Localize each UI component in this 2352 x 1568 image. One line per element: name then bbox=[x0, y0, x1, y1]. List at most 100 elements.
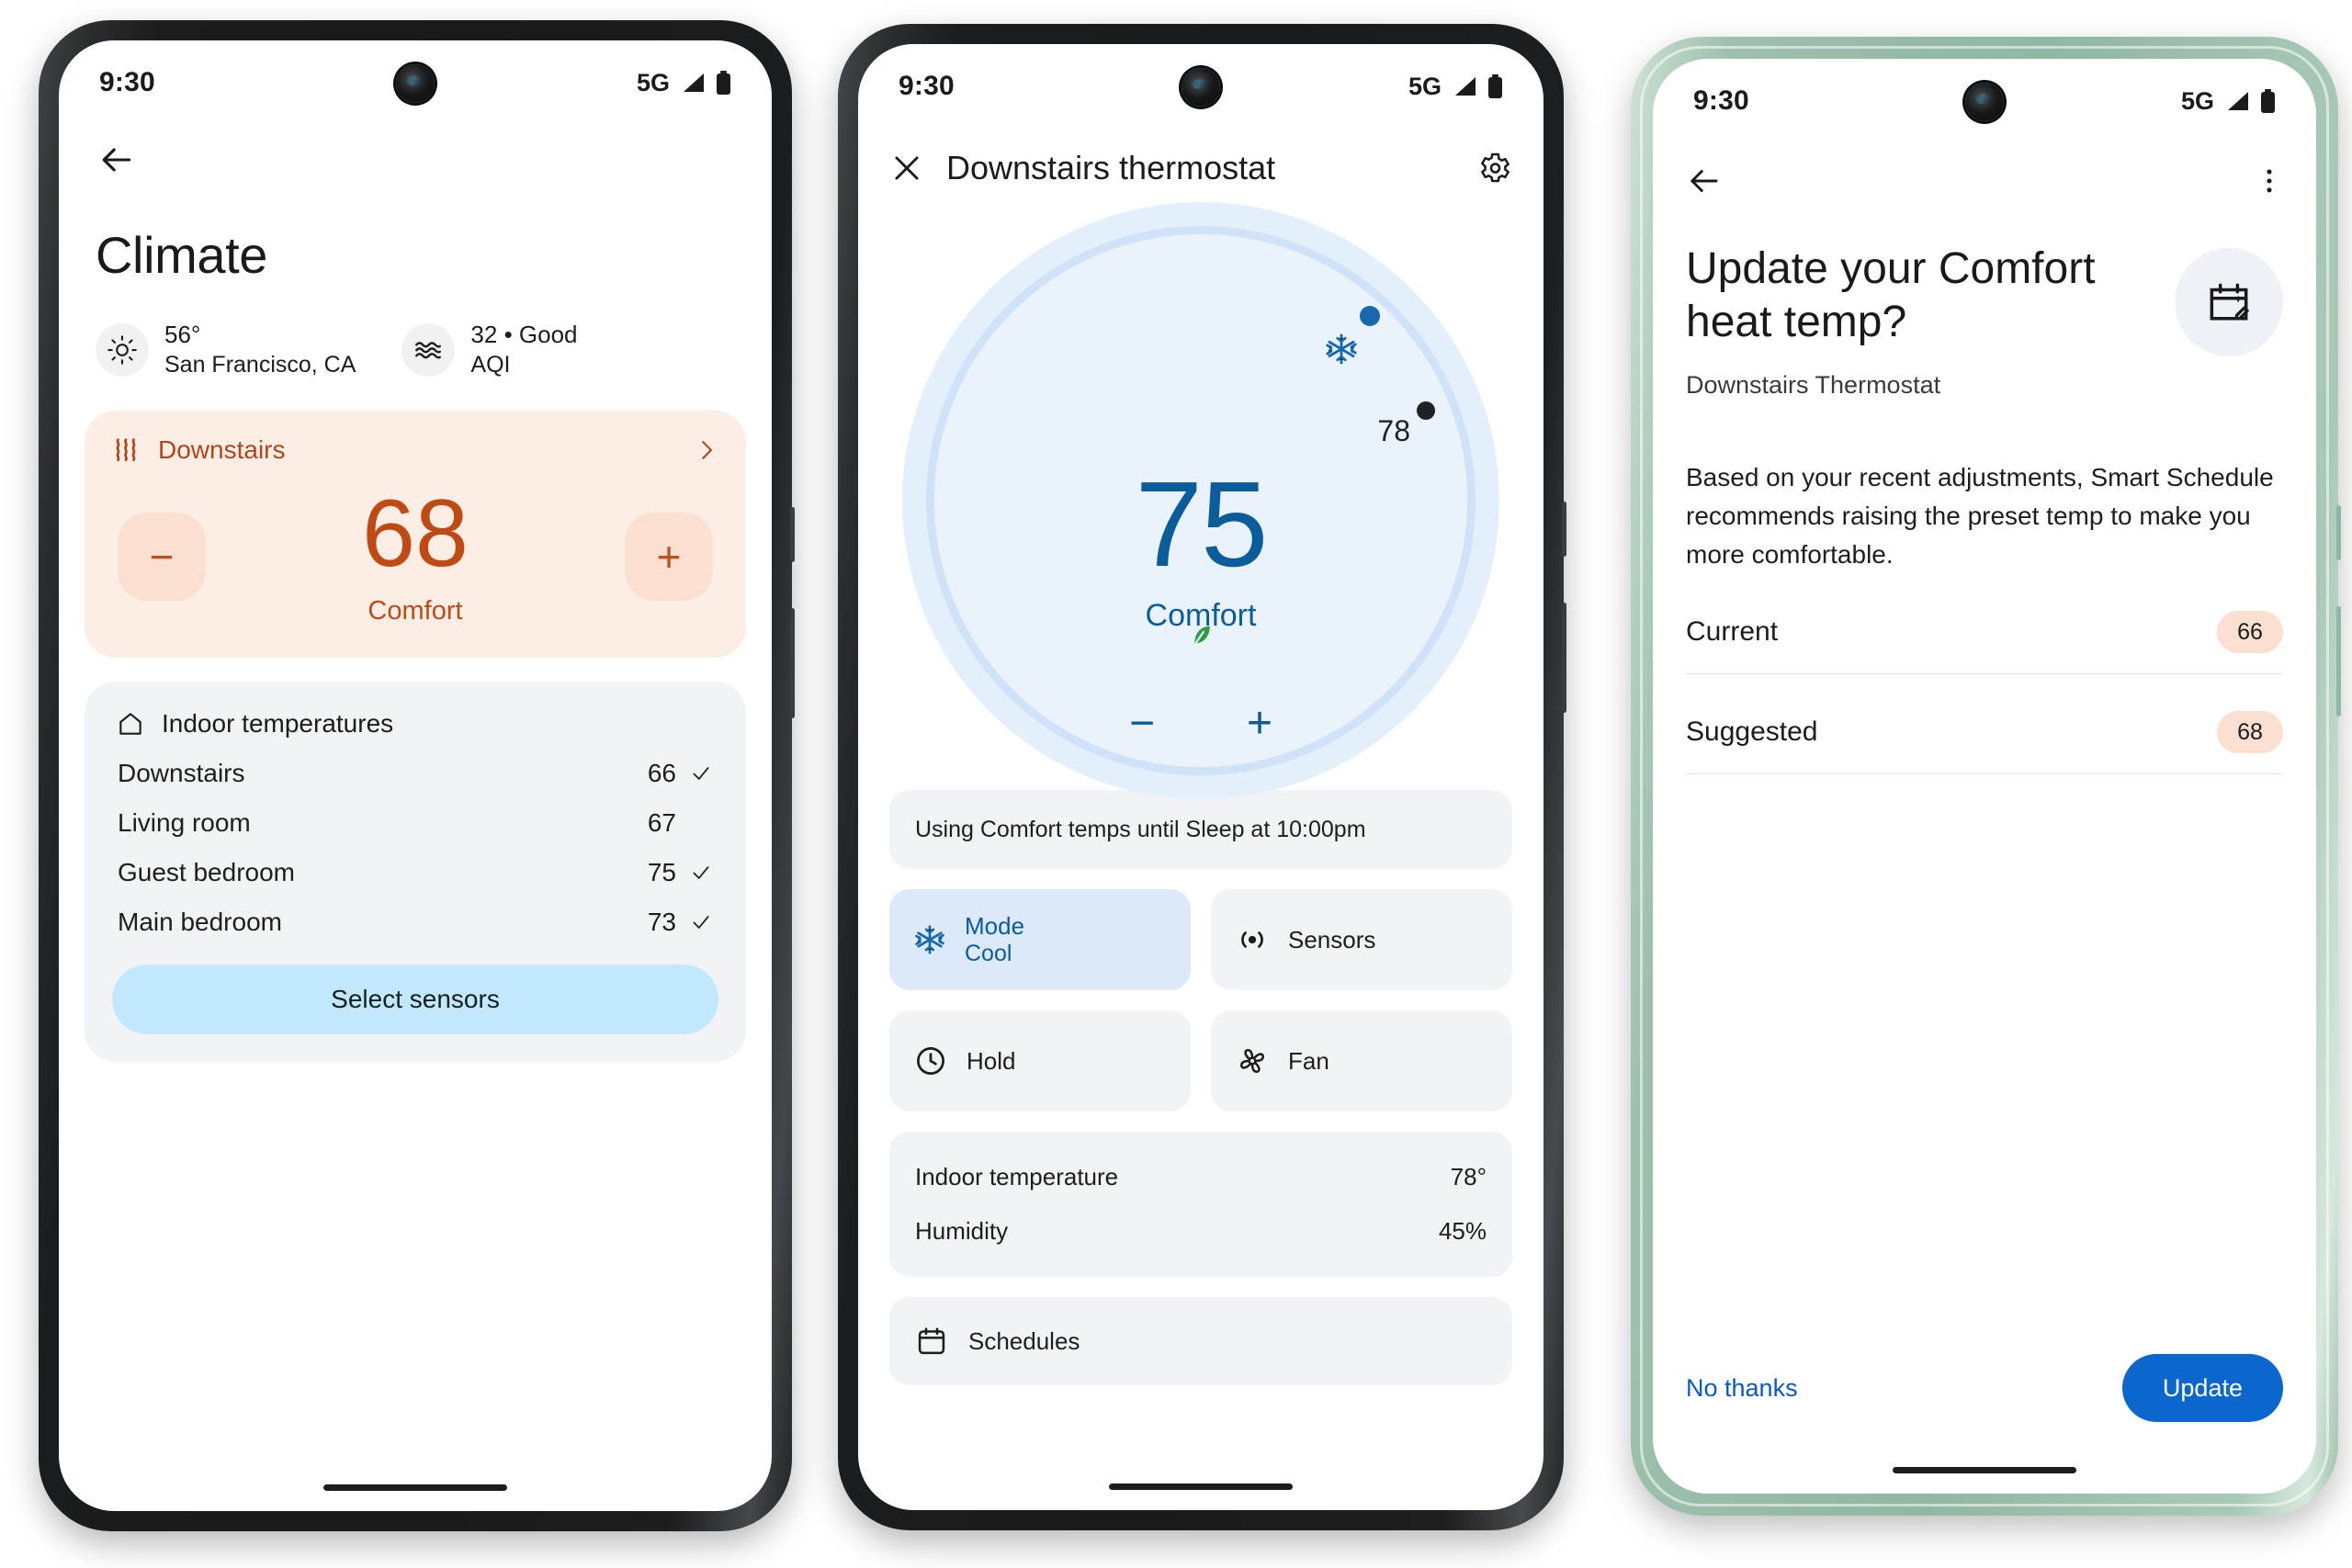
dial-decrease-button[interactable]: − bbox=[1129, 702, 1155, 746]
settings-button[interactable] bbox=[1476, 150, 1512, 186]
dial-increase-button[interactable]: + bbox=[1247, 702, 1272, 746]
phone-climate: 9:30 5G Climate 56° San Francisco, CA 32… bbox=[39, 20, 795, 1531]
more-vert-icon bbox=[2267, 169, 2272, 193]
climate-screen: Climate 56° San Francisco, CA 32 • Good … bbox=[59, 125, 772, 1511]
calendar-edit-icon bbox=[2210, 283, 2249, 321]
status-time: 9:30 bbox=[99, 67, 155, 97]
increase-temperature-button[interactable]: + bbox=[625, 512, 713, 601]
schedule-banner: Using Comfort temps until Sleep at 10:00… bbox=[889, 790, 1512, 869]
snowflake-icon bbox=[915, 925, 944, 954]
card-header[interactable]: Downstairs bbox=[110, 434, 720, 466]
minus-icon: − bbox=[149, 532, 175, 581]
calendar-edit-icon-wrap bbox=[2175, 248, 2283, 356]
side-button[interactable] bbox=[2336, 505, 2341, 560]
close-icon bbox=[895, 156, 919, 180]
gear-icon bbox=[1481, 152, 1510, 183]
sensor-value-group: 75 bbox=[645, 858, 713, 887]
page-title: Update your Comfort heat temp? bbox=[1686, 244, 2096, 346]
air-quality-icon bbox=[415, 341, 442, 359]
aqi-item[interactable]: 32 • Good AQI bbox=[401, 320, 578, 379]
dial-readout: 75 Comfort bbox=[934, 464, 1467, 634]
tile-mode[interactable]: Mode Cool bbox=[889, 889, 1191, 990]
weather-item[interactable]: 56° San Francisco, CA bbox=[96, 320, 356, 379]
back-button[interactable] bbox=[96, 140, 136, 180]
row-label: Suggested bbox=[1686, 716, 1818, 747]
home-indicator bbox=[1893, 1467, 2076, 1473]
home-indicator bbox=[323, 1484, 507, 1491]
sensors-icon bbox=[1241, 931, 1263, 948]
side-button[interactable] bbox=[790, 507, 795, 562]
dial-face: 78 75 Comfort bbox=[934, 234, 1467, 767]
row-label: Current bbox=[1686, 616, 1779, 647]
aqi-label: AQI bbox=[470, 352, 511, 378]
status-bar: 9:30 5G bbox=[1653, 59, 2316, 143]
temperature-stepper: − 68 Comfort + bbox=[110, 466, 720, 626]
reading-label: Humidity bbox=[915, 1217, 1009, 1245]
temperature-display: 68 Comfort bbox=[206, 486, 625, 626]
phone-screen: 9:30 5G bbox=[1653, 59, 2316, 1494]
overflow-menu-button[interactable] bbox=[2254, 165, 2285, 197]
battery-icon bbox=[1488, 74, 1502, 98]
side-button[interactable] bbox=[1562, 502, 1566, 557]
list-item[interactable]: Guest bedroom 75 bbox=[112, 838, 718, 887]
thermostat-dial[interactable]: 78 75 Comfort − + bbox=[858, 197, 1544, 799]
target-temperature: 68 bbox=[362, 480, 469, 588]
volume-button[interactable] bbox=[1562, 603, 1566, 713]
list-item[interactable]: Main bedroom 73 bbox=[112, 887, 718, 937]
page-title: Climate bbox=[96, 226, 268, 284]
tile-hold[interactable]: Hold bbox=[889, 1010, 1191, 1111]
app-bar: Downstairs thermostat bbox=[858, 129, 1544, 187]
front-camera-icon bbox=[1182, 68, 1220, 107]
environment-row: 56° San Francisco, CA 32 • Good AQI bbox=[59, 285, 772, 379]
chevron-right-icon[interactable] bbox=[693, 436, 720, 464]
heat-waves-icon bbox=[116, 438, 136, 462]
screenshot-stage: 9:30 5G Climate 56° San Francisco, CA 32… bbox=[0, 0, 2352, 1568]
sun-icon-wrap bbox=[96, 322, 149, 377]
volume-button[interactable] bbox=[790, 608, 795, 718]
card-title: Indoor temperatures bbox=[162, 709, 394, 739]
setpoint-marker-dot[interactable] bbox=[1360, 306, 1380, 326]
phone-thermostat-detail: 9:30 5G Downstairs thermostat 78 75 Comf… bbox=[838, 24, 1566, 1530]
network-type-label: 5G bbox=[636, 68, 670, 96]
status-icons: 5G bbox=[1408, 73, 1503, 101]
back-button[interactable] bbox=[1684, 162, 1723, 200]
volume-button[interactable] bbox=[2336, 606, 2341, 716]
downstairs-thermostat-card[interactable]: Downstairs − 68 Comfort + bbox=[85, 411, 746, 659]
weather-temp: 56° bbox=[164, 321, 201, 348]
table-row: Indoor temperature 78° bbox=[915, 1150, 1487, 1204]
tile-fan[interactable]: Fan bbox=[1211, 1010, 1512, 1111]
indoor-temperatures-card: Indoor temperatures Downstairs 66 Living… bbox=[85, 682, 746, 1063]
phone-update-prompt: 9:30 5G Update your Comfort heat temp? D… bbox=[1631, 37, 2341, 1516]
weather-location: San Francisco, CA bbox=[164, 352, 356, 378]
sensor-value: 75 bbox=[647, 858, 676, 887]
status-bar: 9:30 5G bbox=[59, 40, 772, 125]
air-quality-icon-wrap bbox=[401, 322, 456, 377]
control-tiles: Mode Cool Sensors Hold Fan bbox=[889, 889, 1512, 1111]
snowflake-icon bbox=[1326, 333, 1357, 365]
phone-screen: 9:30 5G bbox=[858, 44, 1544, 1510]
eco-leaf-icon bbox=[1194, 626, 1210, 644]
check-icon bbox=[693, 866, 709, 880]
schedules-row[interactable]: Schedules bbox=[889, 1297, 1512, 1385]
thermostat-detail-screen: Downstairs thermostat 78 75 Comfort − + … bbox=[858, 129, 1544, 1510]
status-time: 9:30 bbox=[1693, 85, 1749, 116]
battery-icon bbox=[717, 71, 730, 95]
sensor-value-group: 66 bbox=[645, 759, 713, 788]
clock-icon bbox=[917, 1047, 944, 1075]
sensor-value: 66 bbox=[647, 759, 676, 788]
page-title: Downstairs thermostat bbox=[946, 149, 1276, 186]
no-thanks-button[interactable]: No thanks bbox=[1686, 1374, 1798, 1403]
list-item[interactable]: Living room 67 bbox=[112, 788, 718, 838]
phone-screen: 9:30 5G bbox=[59, 40, 772, 1511]
prompt-body-text: Based on your recent adjustments, Smart … bbox=[1686, 463, 2274, 569]
select-sensors-button[interactable]: Select sensors bbox=[112, 964, 718, 1035]
home-icon bbox=[119, 713, 141, 735]
update-button[interactable]: Update bbox=[2121, 1354, 2283, 1422]
device-name: Downstairs Thermostat bbox=[1686, 371, 1941, 399]
tile-sensors[interactable]: Sensors bbox=[1211, 889, 1512, 990]
close-button[interactable] bbox=[889, 151, 924, 186]
decrease-temperature-button[interactable]: − bbox=[118, 512, 206, 601]
signal-icon bbox=[2228, 92, 2248, 110]
battery-icon bbox=[2261, 89, 2275, 113]
list-item[interactable]: Downstairs 66 bbox=[112, 739, 718, 788]
